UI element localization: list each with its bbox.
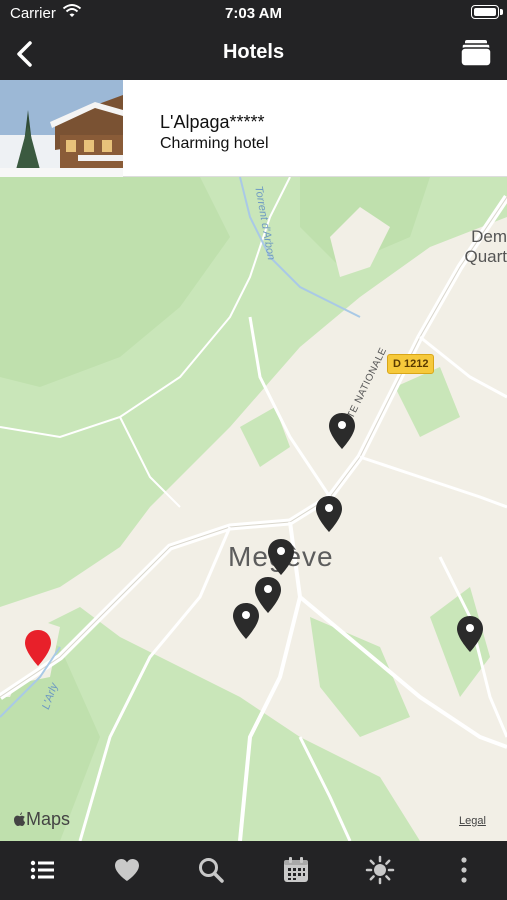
hotel-pin[interactable]: [232, 602, 260, 640]
maps-logo: Maps: [12, 809, 70, 830]
hotel-pin[interactable]: [267, 538, 295, 576]
search-icon[interactable]: [196, 855, 226, 885]
more-icon[interactable]: [449, 855, 479, 885]
page-title: Hotels: [222, 41, 285, 63]
map-view[interactable]: Torrent d'Arbon Dem Quart D 1212 ROUTE N…: [0, 177, 507, 841]
apple-icon: [14, 812, 25, 826]
selected-hotel-pin[interactable]: [24, 629, 52, 667]
hotel-photo: [0, 80, 123, 177]
hotel-pin[interactable]: [328, 412, 356, 450]
stack-icon[interactable]: [459, 36, 493, 70]
hotel-name: L'Alpaga*****: [160, 112, 265, 132]
hotel-card[interactable]: L'Alpaga***** Charming hotel: [0, 80, 507, 177]
sun-icon[interactable]: [365, 855, 395, 885]
clock: 7:03 AM: [225, 5, 282, 22]
status-bar: Carrier 7:03 AM: [0, 0, 507, 28]
map-base: [0, 177, 507, 841]
hotel-pin[interactable]: [315, 495, 343, 533]
battery-icon: [471, 5, 503, 19]
nav-bar: Hotels: [0, 28, 507, 80]
heart-icon[interactable]: [112, 855, 142, 885]
road-badge: D 1212: [387, 354, 435, 374]
list-icon[interactable]: [28, 855, 58, 885]
calendar-icon[interactable]: [281, 855, 311, 885]
legal-link[interactable]: Legal: [459, 815, 486, 827]
tab-bar: [0, 841, 507, 900]
hotel-subtitle: Charming hotel: [160, 135, 269, 152]
hotel-pin[interactable]: [456, 615, 484, 653]
quarter-label: Dem Quart: [464, 227, 507, 266]
